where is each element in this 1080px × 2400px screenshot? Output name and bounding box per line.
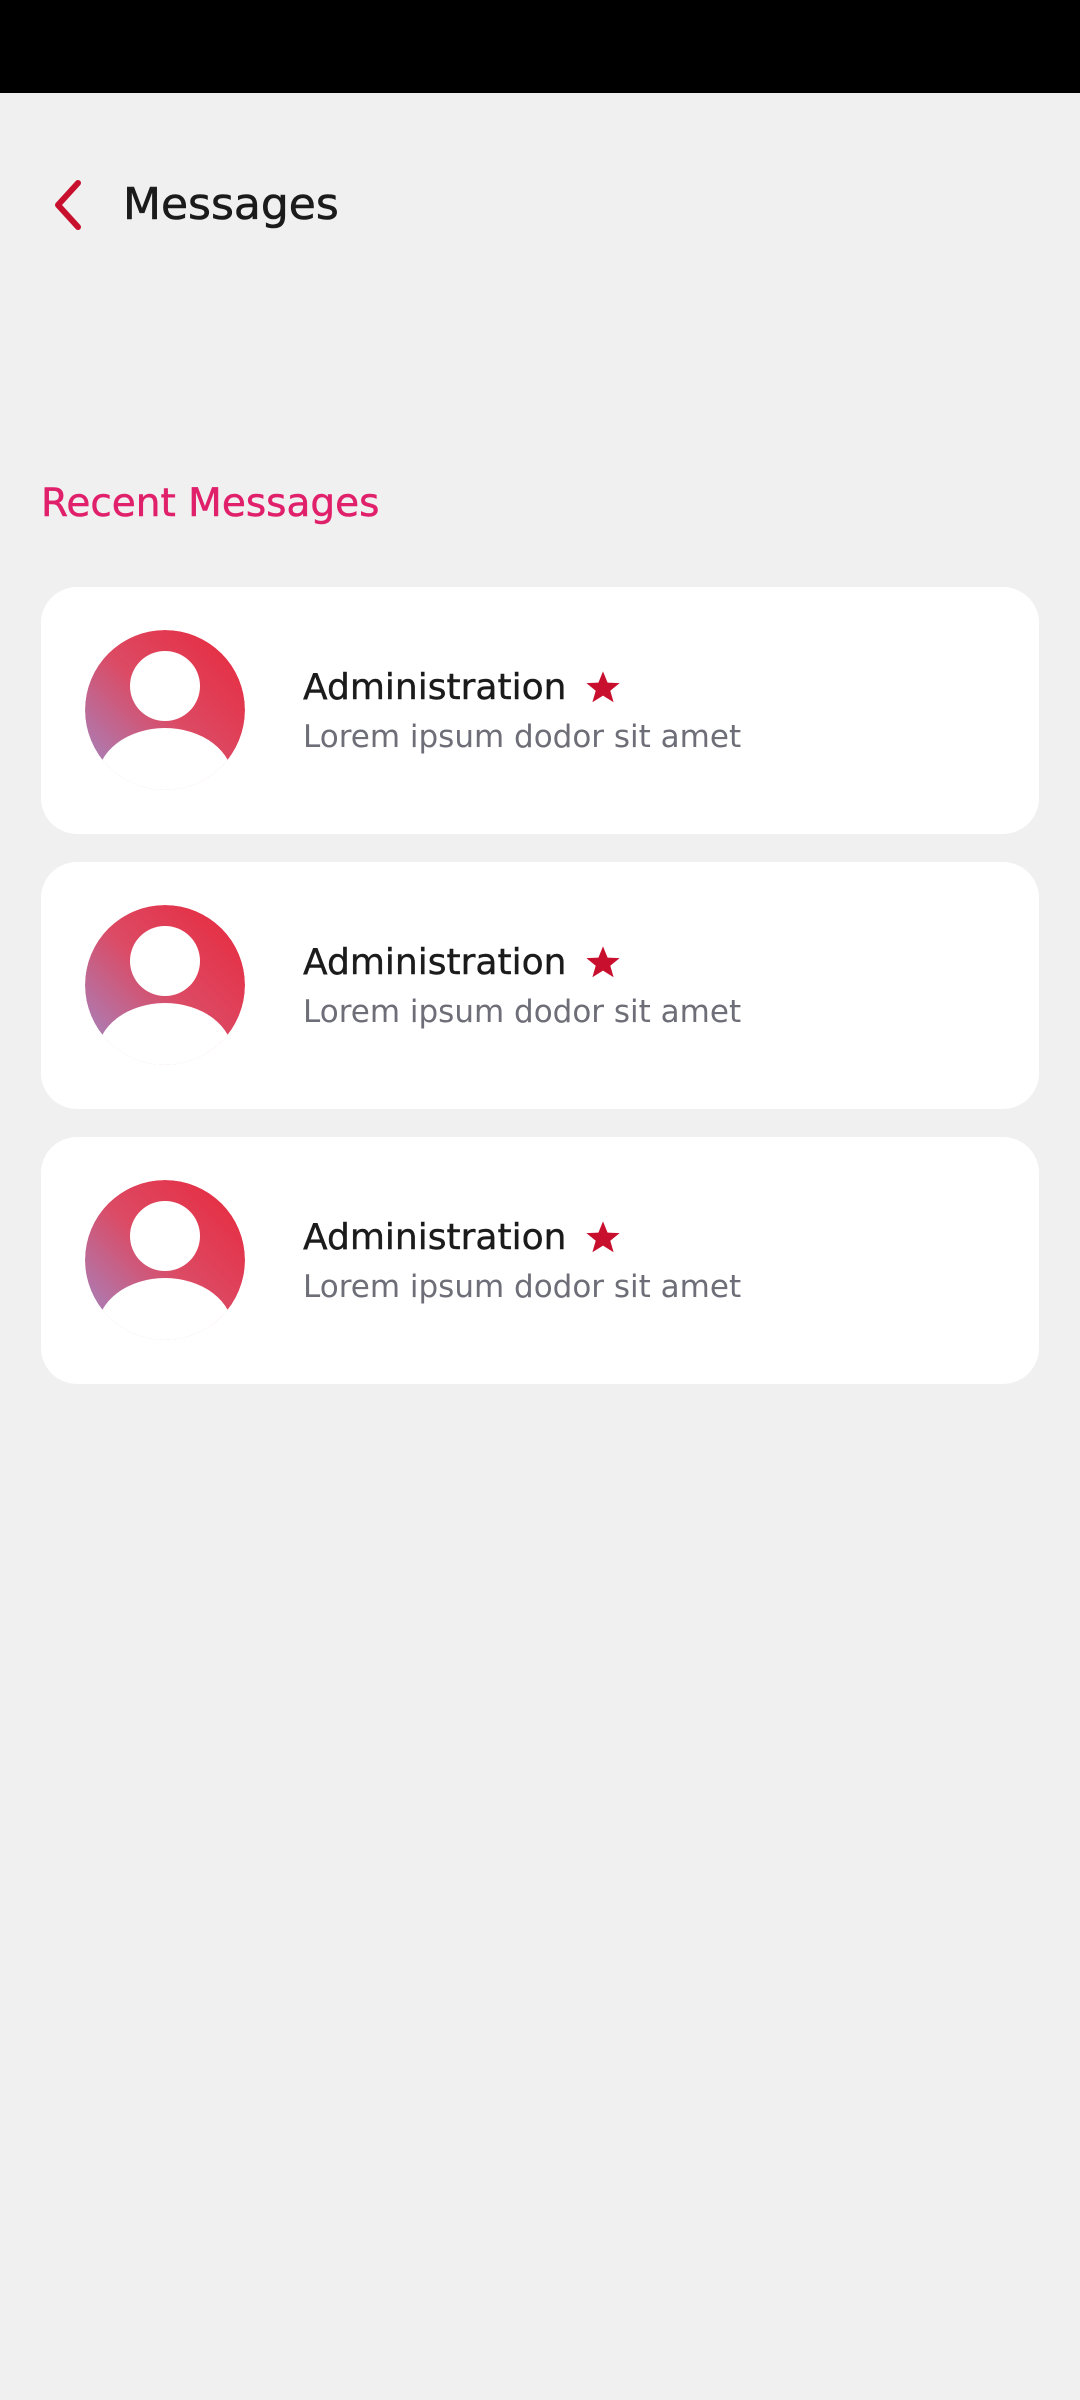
sender-name: Administration: [303, 1217, 567, 1258]
sender-row: Administration: [303, 938, 741, 988]
section-title: Recent Messages: [41, 481, 380, 527]
page-title: Messages: [123, 179, 339, 231]
star-icon: [586, 671, 621, 703]
message-preview: Lorem ipsum dodor sit amet: [303, 719, 742, 755]
user-avatar-icon: [85, 630, 245, 790]
sender-name: Administration: [303, 942, 567, 983]
star-icon: [586, 1221, 621, 1253]
message-card[interactable]: Administration Lorem ipsum dodor sit ame…: [41, 862, 1039, 1109]
message-card[interactable]: Administration Lorem ipsum dodor sit ame…: [41, 1137, 1039, 1384]
message-text: Administration Lorem ipsum dodor sit ame…: [303, 1213, 741, 1309]
app-header: Messages: [0, 93, 1080, 313]
back-button[interactable]: [38, 173, 98, 237]
message-card[interactable]: Administration Lorem ipsum dodor sit ame…: [41, 587, 1039, 834]
sender-name: Administration: [303, 667, 567, 708]
status-bar: [0, 0, 1080, 93]
chevron-left-icon: [55, 180, 81, 230]
sender-row: Administration: [303, 663, 741, 713]
user-avatar-icon: [85, 905, 245, 1065]
sender-row: Administration: [303, 1213, 741, 1263]
message-list: Administration Lorem ipsum dodor sit ame…: [41, 587, 1039, 1412]
message-preview: Lorem ipsum dodor sit amet: [303, 994, 742, 1030]
message-preview: Lorem ipsum dodor sit amet: [303, 1269, 742, 1305]
message-text: Administration Lorem ipsum dodor sit ame…: [303, 938, 741, 1034]
star-icon: [586, 946, 621, 978]
message-text: Administration Lorem ipsum dodor sit ame…: [303, 663, 741, 759]
user-avatar-icon: [85, 1180, 245, 1340]
